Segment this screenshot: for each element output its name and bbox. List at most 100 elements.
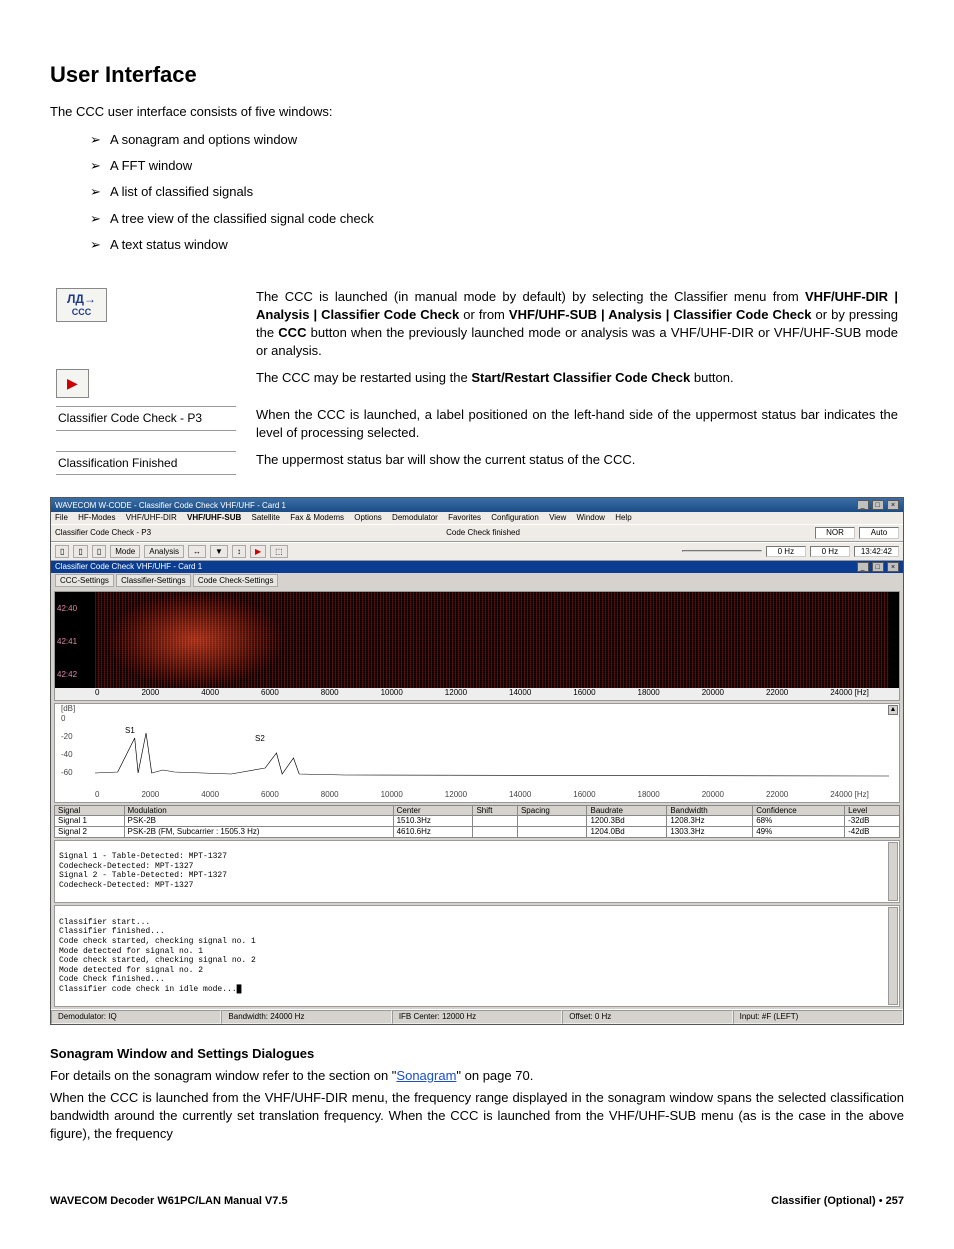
list-item: A list of classified signals: [90, 183, 904, 201]
field-nor[interactable]: NOR: [815, 527, 855, 539]
menu-item[interactable]: View: [549, 513, 566, 522]
status-label-p3: Classifier Code Check - P3: [56, 406, 236, 431]
toolbar-icon[interactable]: ▯: [55, 545, 69, 559]
menu-item[interactable]: Help: [615, 513, 631, 522]
menu-item[interactable]: VHF/UHF-SUB: [187, 513, 241, 522]
menu-item[interactable]: Options: [354, 513, 382, 522]
fft-xaxis: 0200040006000800010000120001400016000180…: [55, 790, 899, 802]
toolbar-icon[interactable]: ▯: [92, 545, 106, 559]
table-row[interactable]: Signal 2PSK-2B (FM, Subcarrier : 1505.3 …: [55, 827, 900, 838]
codecheck-settings-button[interactable]: Code Check-Settings: [193, 574, 279, 587]
menu-item[interactable]: Favorites: [448, 513, 481, 522]
col-header[interactable]: Bandwidth: [667, 805, 753, 816]
status-cell: Offset: 0 Hz: [562, 1010, 732, 1024]
minimize-icon[interactable]: _: [857, 562, 869, 572]
toolbar-icon[interactable]: ▯: [73, 545, 87, 559]
hz-field: 0 Hz: [766, 546, 806, 558]
ccc-icon: ЛД→CCC: [56, 288, 107, 322]
list-item: A text status window: [90, 236, 904, 254]
status-label-finished: Classification Finished: [56, 451, 236, 476]
body-paragraph: For details on the sonagram window refer…: [50, 1067, 904, 1085]
mode-button[interactable]: Mode: [110, 545, 140, 559]
app-window: WAVECOM W-CODE - Classifier Code Check V…: [50, 497, 904, 1024]
fft-db-label: [dB]: [61, 704, 75, 714]
col-header[interactable]: Baudrate: [587, 805, 667, 816]
scrollbar[interactable]: [888, 842, 898, 902]
titlebar: WAVECOM W-CODE - Classifier Code Check V…: [51, 498, 903, 512]
col-header[interactable]: Modulation: [124, 805, 393, 816]
desc-cell: The uppermost status bar will show the c…: [250, 447, 904, 480]
status-left: Classifier Code Check - P3: [55, 528, 151, 538]
sona-xaxis: 0200040006000800010000120001400016000180…: [55, 688, 899, 700]
menu-item[interactable]: Fax & Modems: [290, 513, 344, 522]
status-cell: IFB Center: 12000 Hz: [392, 1010, 562, 1024]
desc-cell: When the CCC is launched, a label positi…: [250, 402, 904, 446]
classifier-settings-button[interactable]: Classifier-Settings: [116, 574, 190, 587]
menu-item[interactable]: File: [55, 513, 68, 522]
statusbar-top: Classifier Code Check - P3 Code Check fi…: [51, 524, 903, 542]
hz-field: 0 Hz: [810, 546, 850, 558]
col-header[interactable]: Level: [845, 805, 900, 816]
sona-ylabel: 42:42: [57, 670, 77, 680]
toolbar-icon[interactable]: ▶: [250, 545, 266, 559]
window-title: WAVECOM W-CODE - Classifier Code Check V…: [55, 501, 286, 511]
col-header[interactable]: Shift: [473, 805, 518, 816]
fft-ylabel: -20: [61, 732, 73, 742]
menu-item[interactable]: Window: [577, 513, 605, 522]
section-title: User Interface: [50, 60, 904, 91]
sub-heading: Sonagram Window and Settings Dialogues: [50, 1045, 904, 1063]
menu-item[interactable]: HF-Modes: [78, 513, 115, 522]
time-field: 13:42:42: [854, 546, 899, 558]
col-header[interactable]: Center: [393, 805, 473, 816]
list-item: A sonagram and options window: [90, 131, 904, 149]
list-item: A FFT window: [90, 157, 904, 175]
bottom-statusbar: Demodulator: IQ Bandwidth: 24000 Hz IFB …: [51, 1009, 903, 1024]
sona-ylabel: 42:40: [57, 604, 77, 614]
windows-list: A sonagram and options window A FFT wind…: [50, 131, 904, 254]
menu-item[interactable]: VHF/UHF-DIR: [126, 513, 177, 522]
col-header[interactable]: Confidence: [753, 805, 845, 816]
settings-row: CCC-Settings Classifier-Settings Code Ch…: [51, 573, 903, 589]
maximize-icon[interactable]: □: [872, 500, 884, 510]
menu-item[interactable]: Satellite: [252, 513, 280, 522]
col-header[interactable]: Spacing: [517, 805, 587, 816]
menu-item[interactable]: Configuration: [491, 513, 539, 522]
fft-ylabel: -60: [61, 768, 73, 778]
col-header[interactable]: Signal: [55, 805, 125, 816]
fft-panel: [dB] 0 -20 -40 -60 ▲ S1 S2 0200040006000…: [54, 703, 900, 803]
fft-ylabel: -40: [61, 750, 73, 760]
status-cell: Bandwidth: 24000 Hz: [221, 1010, 391, 1024]
desc-cell: The CCC may be restarted using the Start…: [250, 365, 904, 403]
intro-paragraph: The CCC user interface consists of five …: [50, 103, 904, 121]
toolbar-icon[interactable]: ↕: [232, 545, 246, 559]
sonagram-link[interactable]: Sonagram: [396, 1068, 456, 1083]
child-titlebar: Classifier Code Check VHF/UHF - Card 1 _…: [51, 561, 903, 573]
maximize-icon[interactable]: □: [872, 562, 884, 572]
field-auto[interactable]: Auto: [859, 527, 899, 539]
sonagram-signal: [105, 592, 285, 688]
close-icon[interactable]: ×: [887, 562, 899, 572]
log-panel: Classifier start... Classifier finished.…: [54, 905, 900, 1007]
scroll-up-icon[interactable]: ▲: [888, 705, 898, 715]
footer-right: Classifier (Optional) • 257: [771, 1194, 904, 1209]
minimize-icon[interactable]: _: [857, 500, 869, 510]
toolbar-icon[interactable]: ↔: [188, 545, 206, 559]
toolbar: ▯ ▯ ▯ Mode Analysis ↔ ▼ ↕ ▶ ⬚ 0 Hz 0 Hz …: [51, 542, 903, 562]
menubar[interactable]: File HF-Modes VHF/UHF-DIR VHF/UHF-SUB Sa…: [51, 512, 903, 524]
ccc-settings-button[interactable]: CCC-Settings: [55, 574, 114, 587]
body-paragraph: When the CCC is launched from the VHF/UH…: [50, 1089, 904, 1144]
page-footer: WAVECOM Decoder W61PC/LAN Manual V7.5 Cl…: [50, 1194, 904, 1209]
list-item: A tree view of the classified signal cod…: [90, 210, 904, 228]
table-row[interactable]: Signal 1PSK-2B1510.3Hz1200.3Bd1208.3Hz68…: [55, 816, 900, 827]
menu-item[interactable]: Demodulator: [392, 513, 438, 522]
scrollbar[interactable]: [888, 907, 898, 1005]
status-cell: Input: #F (LEFT): [733, 1010, 903, 1024]
toolbar-icon[interactable]: ▼: [210, 545, 228, 559]
close-icon[interactable]: ×: [887, 500, 899, 510]
child-window-controls[interactable]: _ □ ×: [856, 562, 899, 572]
analysis-button[interactable]: Analysis: [144, 545, 184, 559]
toolbar-icon[interactable]: ⬚: [270, 545, 288, 559]
signal-table: Signal Modulation Center Shift Spacing B…: [54, 805, 900, 838]
window-controls[interactable]: _ □ ×: [856, 500, 899, 510]
tree-panel: Signal 1 - Table-Detected: MPT-1327 Code…: [54, 840, 900, 904]
